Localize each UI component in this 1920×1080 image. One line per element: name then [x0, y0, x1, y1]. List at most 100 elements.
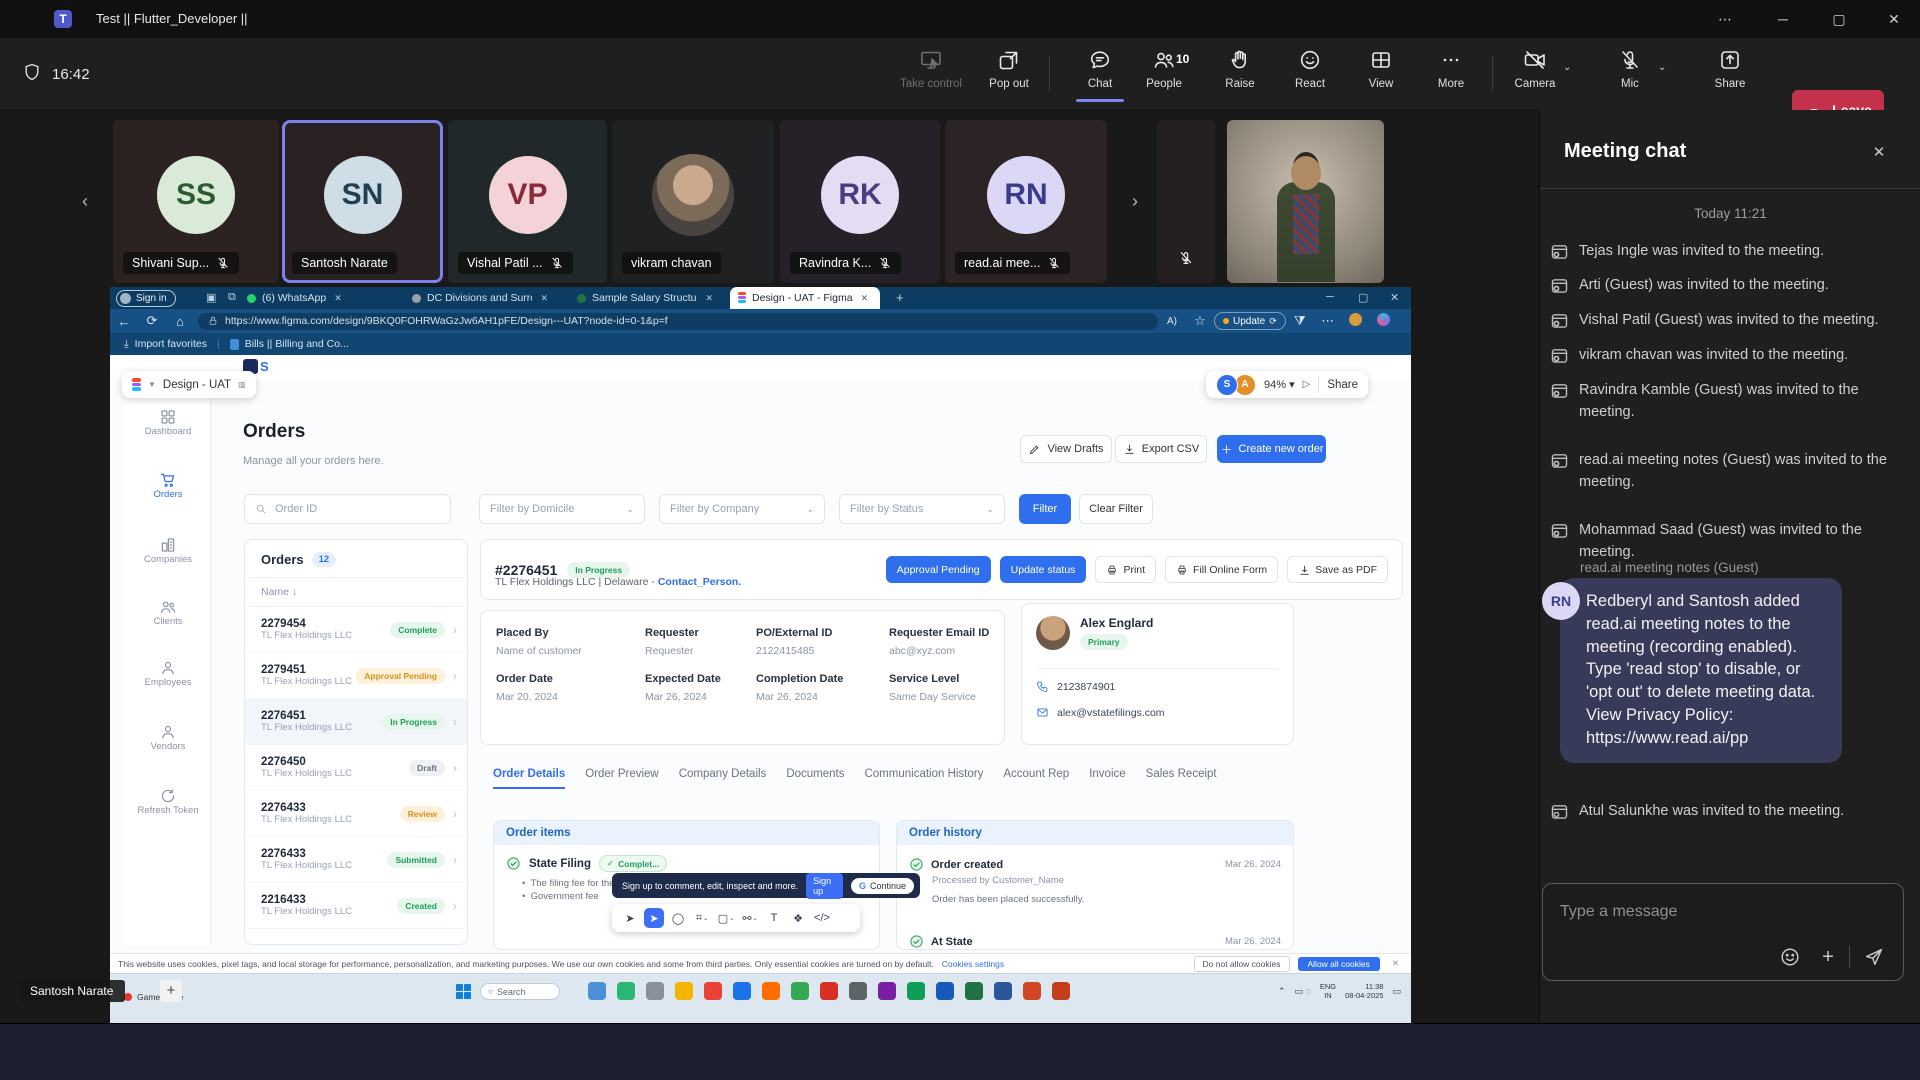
shape-tool-icon[interactable]: ▢⌄	[716, 908, 736, 928]
presenter-app-icon[interactable]	[617, 982, 635, 1000]
browser-close-button[interactable]: ✕	[1390, 291, 1399, 304]
sidebar-item-orders[interactable]: Orders	[126, 471, 210, 500]
extensions-icon[interactable]: ⧩	[1286, 313, 1314, 329]
filmstrip-next-button[interactable]: ›	[1122, 188, 1148, 214]
presenter-app-icon[interactable]	[849, 982, 867, 1000]
read-aloud-icon[interactable]: A)	[1158, 316, 1186, 327]
emoji-icon[interactable]	[1779, 946, 1801, 968]
filter-button[interactable]: Filter	[1019, 494, 1071, 524]
participant-tile-partial[interactable]	[1157, 120, 1215, 283]
print-button[interactable]: Print	[1095, 556, 1156, 583]
text-tool-icon[interactable]: T	[764, 908, 784, 928]
pointer-tool-icon[interactable]: ➤	[644, 908, 664, 928]
tab-account-rep[interactable]: Account Rep	[1003, 768, 1069, 789]
presenter-search-box[interactable]: ○Search	[480, 983, 560, 1000]
fill-online-form-button[interactable]: Fill Online Form	[1165, 556, 1278, 583]
tab-company-details[interactable]: Company Details	[679, 768, 767, 789]
presenter-app-icon[interactable]	[646, 982, 664, 1000]
participant-tile[interactable]: VPVishal Patil ...	[448, 120, 607, 283]
approval-pending-button[interactable]: Approval Pending	[886, 556, 991, 583]
attach-plus-icon[interactable]: +	[1817, 946, 1839, 968]
window-close-button[interactable]: ✕	[1872, 0, 1916, 38]
plus-tile-icon[interactable]: +	[160, 980, 182, 1002]
presenter-app-icon[interactable]	[733, 982, 751, 1000]
tab-order-preview[interactable]: Order Preview	[585, 768, 659, 789]
tab-invoice[interactable]: Invoice	[1089, 768, 1125, 789]
link-tool-icon[interactable]: ⚯⌄	[740, 908, 760, 928]
participant-tile-photo[interactable]	[1227, 120, 1384, 283]
participant-tile[interactable]: RKRavindra K...	[780, 120, 940, 283]
browser-update-button[interactable]: Update ⟳	[1214, 312, 1286, 330]
create-new-order-button[interactable]: Create new order	[1217, 435, 1326, 463]
collaborator-avatar[interactable]: S	[1216, 374, 1238, 396]
presenter-start-button[interactable]	[456, 984, 471, 999]
refresh-icon[interactable]: ⟳	[138, 313, 166, 329]
deny-cookies-button[interactable]: Do not allow cookies	[1194, 956, 1290, 972]
presenter-clock[interactable]: 11:3808-04-2025	[1345, 982, 1383, 1001]
presenter-app-icon[interactable]	[762, 982, 780, 1000]
chevron-down-icon[interactable]: ⌄	[1563, 62, 1571, 73]
browser-tab[interactable]: Design - UAT - Figma✕	[730, 287, 880, 309]
participant-tile[interactable]: vikram chavan	[612, 120, 774, 283]
filter-dropdown[interactable]: Filter by Company⌄	[659, 494, 825, 524]
window-maximize-button[interactable]: ▢	[1817, 0, 1861, 38]
presenter-app-icon[interactable]	[675, 982, 693, 1000]
copilot-icon[interactable]	[1370, 313, 1398, 329]
contact-phone-row[interactable]: 2123874901	[1036, 680, 1115, 693]
browser-maximize-button[interactable]: ▢	[1358, 291, 1368, 304]
order-row[interactable]: 2276433TL Flex Holdings LLCSubmitted›	[245, 837, 467, 883]
favorite-star-icon[interactable]: ☆	[1186, 313, 1214, 329]
send-icon[interactable]	[1863, 946, 1885, 968]
crop-tool-icon[interactable]: ⌗⌄	[692, 908, 712, 928]
tab-close-icon[interactable]: ✕	[705, 293, 713, 304]
order-row[interactable]: 2279454TL Flex Holdings LLCComplete›	[245, 607, 467, 653]
presenter-app-icon[interactable]	[878, 982, 896, 1000]
new-tab-button[interactable]: +	[896, 290, 904, 305]
share-button[interactable]: Share	[1692, 44, 1768, 104]
home-icon[interactable]: ⌂	[166, 314, 194, 329]
sidebar-item-employees[interactable]: Employees	[126, 659, 210, 688]
chat-input[interactable]: Type a message +	[1542, 883, 1904, 981]
presenter-app-icon[interactable]	[936, 982, 954, 1000]
participant-tile[interactable]: SSShivani Sup...	[113, 120, 279, 283]
browser-profile-avatar[interactable]	[1342, 313, 1370, 329]
participant-tile[interactable]: SNSantosh Narate	[282, 120, 443, 283]
filter-dropdown[interactable]: Filter by Status⌄	[839, 494, 1005, 524]
sidebar-item-refresh-token[interactable]: Refresh Token	[126, 787, 210, 816]
workspaces-icon[interactable]: ▣	[206, 291, 216, 304]
browser-minimize-button[interactable]: ─	[1326, 291, 1334, 303]
present-icon[interactable]: ▷	[1303, 379, 1311, 390]
tab-close-icon[interactable]: ✕	[540, 293, 548, 304]
tab-order-details[interactable]: Order Details	[493, 768, 565, 789]
tab-communication-history[interactable]: Communication History	[864, 768, 983, 789]
presenter-language[interactable]: ENGIN	[1320, 982, 1336, 1000]
presenter-app-icon[interactable]	[1023, 982, 1041, 1000]
chevron-down-icon[interactable]: ▼	[148, 380, 156, 389]
window-minimize-button[interactable]: ─	[1761, 0, 1805, 38]
presenter-app-icon[interactable]	[994, 982, 1012, 1000]
presenter-app-icon[interactable]	[588, 982, 606, 1000]
google-continue-button[interactable]: GContinue	[851, 878, 914, 894]
cursor-tool-icon[interactable]: ➤	[620, 908, 640, 928]
order-row[interactable]: 2216433TL Flex Holdings LLCCreated›	[245, 883, 467, 929]
tab-close-icon[interactable]: ✕	[861, 293, 869, 304]
raise-button[interactable]: Raise	[1202, 44, 1278, 104]
chat-close-icon[interactable]: ✕	[1866, 140, 1892, 166]
code-tool-icon[interactable]: </>	[812, 908, 832, 928]
camera-button[interactable]: Camera⌄	[1497, 44, 1573, 104]
chevron-down-icon[interactable]: ⌄	[1658, 62, 1666, 73]
presenter-app-icon[interactable]	[1052, 982, 1070, 1000]
tab-close-icon[interactable]: ✕	[334, 293, 342, 304]
presenter-app-icon[interactable]	[965, 982, 983, 1000]
chevron-up-icon[interactable]: ⌃	[1278, 986, 1286, 997]
order-row[interactable]: 2276433TL Flex Holdings LLCReview›	[245, 791, 467, 837]
cookie-close-icon[interactable]: ✕	[1388, 958, 1403, 969]
pop-out-button[interactable]: Pop out	[971, 44, 1047, 104]
update-status-button[interactable]: Update status	[1000, 556, 1087, 583]
presenter-app-icon[interactable]	[791, 982, 809, 1000]
window-more-button[interactable]: ⋯	[1703, 0, 1747, 38]
contact-email-row[interactable]: alex@vstatefilings.com	[1036, 706, 1165, 719]
browser-more-icon[interactable]: ⋯	[1314, 313, 1342, 329]
presenter-app-icon[interactable]	[907, 982, 925, 1000]
view-button[interactable]: View	[1343, 44, 1419, 104]
